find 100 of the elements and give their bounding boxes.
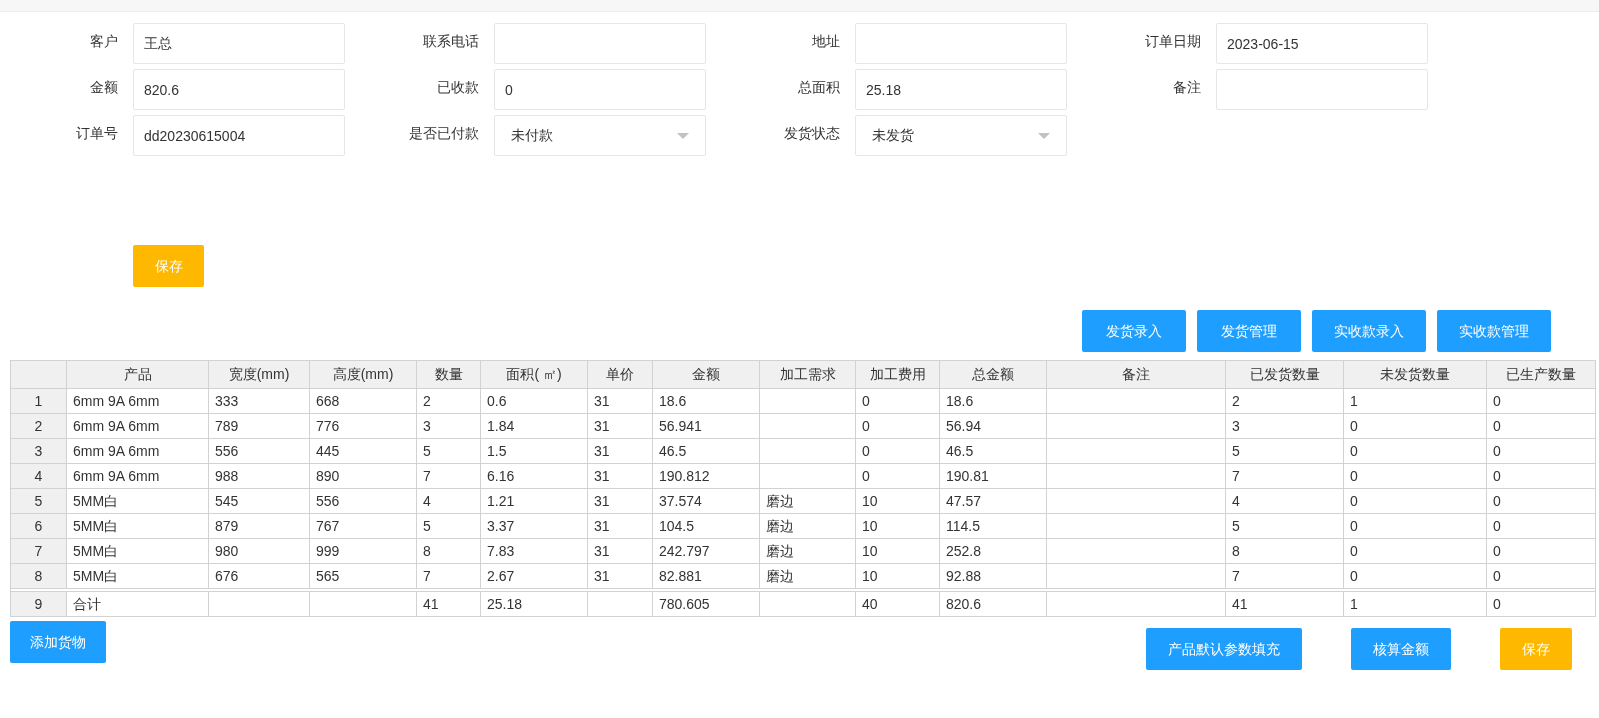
select-field[interactable]: 未付款 <box>494 115 706 156</box>
table-cell: 0 <box>1486 563 1596 589</box>
table-cell: 10 <box>855 513 940 539</box>
row-number: 4 <box>10 463 67 489</box>
row-number: 7 <box>10 538 67 564</box>
field-label: 客户 <box>89 32 118 51</box>
field-label: 联系电话 <box>422 32 479 51</box>
action-button[interactable]: 发货管理 <box>1197 310 1301 352</box>
table-cell: 3.37 <box>480 513 588 539</box>
table-cell: 8 <box>1225 538 1344 564</box>
table-cell: 1.21 <box>480 488 588 514</box>
table-cell: 0 <box>1486 538 1596 564</box>
column-header: 总金额 <box>939 360 1047 389</box>
table-cell: 668 <box>309 388 417 414</box>
table-cell: 92.88 <box>939 563 1047 589</box>
column-header: 金额 <box>652 360 760 389</box>
table-cell: 6mm 9A 6mm <box>66 413 209 439</box>
table-cell: 980 <box>208 538 310 564</box>
table-cell: 776 <box>309 413 417 439</box>
table-cell: 789 <box>208 413 310 439</box>
table-cell: 556 <box>208 438 310 464</box>
column-header: 宽度(mm) <box>208 360 310 389</box>
select-field[interactable]: 未发货 <box>855 115 1067 156</box>
table-cell: 190.81 <box>939 463 1047 489</box>
table-cell: 56.941 <box>652 413 760 439</box>
table-cell: 5MM白 <box>66 538 209 564</box>
row-number: 5 <box>10 488 67 514</box>
column-header: 产品 <box>66 360 209 389</box>
column-header: 面积( ㎡) <box>480 360 588 389</box>
field-label: 总面积 <box>797 78 840 97</box>
table-cell: 18.6 <box>652 388 760 414</box>
action-button[interactable]: 保存 <box>1500 628 1572 670</box>
table-cell: 1 <box>1343 388 1487 414</box>
row-number: 8 <box>10 563 67 589</box>
input-field[interactable] <box>1216 69 1428 110</box>
action-button[interactable]: 添加货物 <box>10 621 106 663</box>
table-cell <box>587 591 653 617</box>
action-button[interactable]: 实收款管理 <box>1437 310 1551 352</box>
table-cell: 545 <box>208 488 310 514</box>
row-number: 9 <box>10 591 67 617</box>
input-field[interactable]: dd20230615004 <box>133 115 345 156</box>
column-header: 加工费用 <box>855 360 940 389</box>
table-cell: 41 <box>1225 591 1344 617</box>
table-cell: 2 <box>1225 388 1344 414</box>
input-field[interactable]: 王总 <box>133 23 345 64</box>
table-cell: 820.6 <box>939 591 1047 617</box>
action-button[interactable]: 保存 <box>133 245 204 287</box>
row-number: 6 <box>10 513 67 539</box>
table-cell: 0 <box>1486 413 1596 439</box>
input-field[interactable]: 820.6 <box>133 69 345 110</box>
table-cell: 5MM白 <box>66 513 209 539</box>
input-field[interactable] <box>494 23 706 64</box>
table-cell: 0 <box>1486 438 1596 464</box>
table-cell: 780.605 <box>652 591 760 617</box>
action-button[interactable]: 产品默认参数填充 <box>1146 628 1302 670</box>
table-cell: 46.5 <box>652 438 760 464</box>
table-cell: 磨边 <box>759 538 856 564</box>
table-cell: 0 <box>1486 388 1596 414</box>
table-cell: 18.6 <box>939 388 1047 414</box>
table-cell: 104.5 <box>652 513 760 539</box>
row-number: 3 <box>10 438 67 464</box>
caret-icon <box>1038 132 1050 139</box>
field-label: 订单日期 <box>1144 32 1201 51</box>
field-label: 地址 <box>811 32 840 51</box>
column-header: 备注 <box>1046 360 1226 389</box>
table-cell: 0 <box>1343 538 1487 564</box>
table-cell: 0 <box>855 438 940 464</box>
table-cell: 0 <box>1343 438 1487 464</box>
action-button[interactable]: 发货录入 <box>1082 310 1186 352</box>
column-header: 数量 <box>416 360 481 389</box>
column-header: 高度(mm) <box>309 360 417 389</box>
table-cell: 7.83 <box>480 538 588 564</box>
input-field[interactable]: 25.18 <box>855 69 1067 110</box>
table-cell: 2.67 <box>480 563 588 589</box>
table-cell: 7 <box>1225 563 1344 589</box>
table-cell: 25.18 <box>480 591 588 617</box>
input-field[interactable]: 0 <box>494 69 706 110</box>
column-header: 加工需求 <box>759 360 856 389</box>
input-field[interactable]: 2023-06-15 <box>1216 23 1428 64</box>
field-label: 金额 <box>89 78 118 97</box>
table-cell: 767 <box>309 513 417 539</box>
table-cell: 0 <box>1343 488 1487 514</box>
table-cell: 999 <box>309 538 417 564</box>
table-cell: 5MM白 <box>66 488 209 514</box>
table-cell: 676 <box>208 563 310 589</box>
table-cell: 合计 <box>66 591 209 617</box>
action-button[interactable]: 核算金额 <box>1351 628 1451 670</box>
field-label: 是否已付款 <box>408 124 479 143</box>
column-header: 已发货数量 <box>1225 360 1344 389</box>
table-cell: 0 <box>1343 513 1487 539</box>
table-cell: 6mm 9A 6mm <box>66 438 209 464</box>
table-cell: 190.812 <box>652 463 760 489</box>
action-button[interactable]: 实收款录入 <box>1312 310 1426 352</box>
table-cell: 0 <box>1486 488 1596 514</box>
input-field[interactable] <box>855 23 1067 64</box>
field-label: 备注 <box>1172 78 1201 97</box>
table-cell: 879 <box>208 513 310 539</box>
table-cell: 0 <box>1486 591 1596 617</box>
table-cell: 41 <box>416 591 481 617</box>
column-header: 已生产数量 <box>1486 360 1596 389</box>
